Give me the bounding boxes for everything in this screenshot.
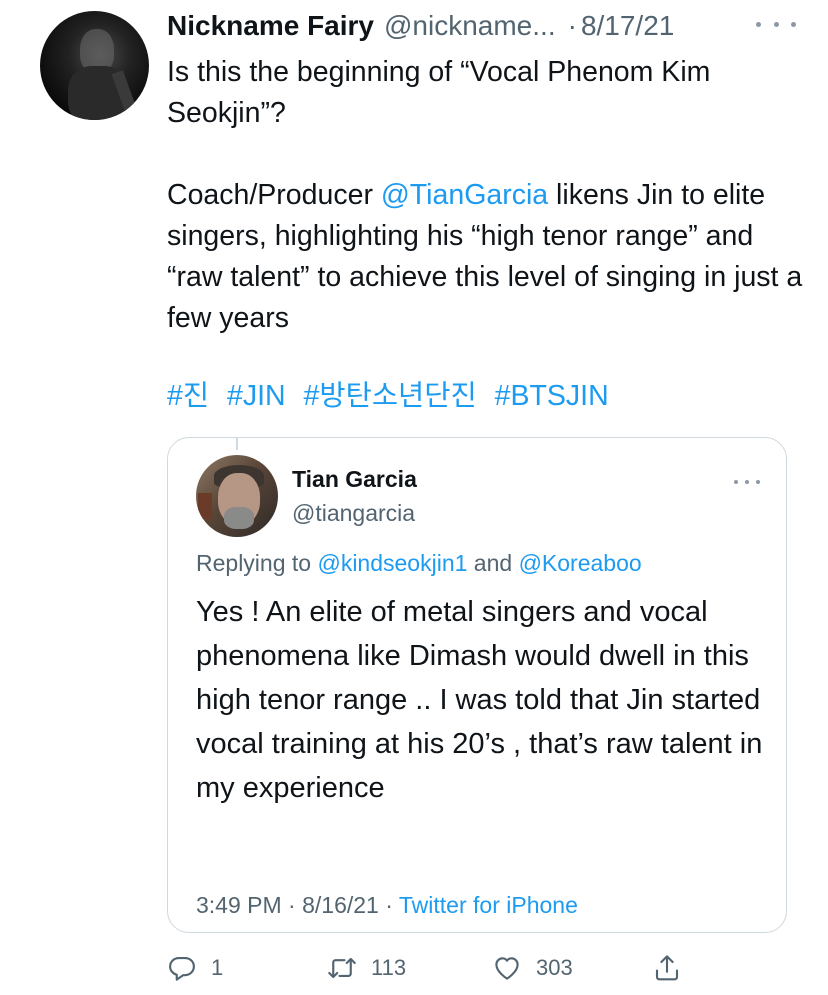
quoted-author-avatar[interactable]: [196, 455, 278, 537]
quote-source-link[interactable]: Twitter for iPhone: [399, 892, 578, 918]
tweet-actions: 1 113 303: [167, 953, 807, 989]
quote-more-options-icon[interactable]: [734, 480, 760, 488]
like-count: 303: [536, 955, 573, 980]
share-icon: [655, 955, 679, 981]
retweet-count: 113: [371, 955, 407, 980]
tweet-paragraph-2: Coach/Producer @TianGarcia likens Jin to…: [167, 175, 807, 339]
quoted-tweet-meta: 3:49 PM · 8/16/21 · Twitter for iPhone: [196, 892, 578, 919]
quote-time[interactable]: 3:49 PM: [196, 892, 282, 918]
author-name[interactable]: Nickname Fairy: [167, 10, 374, 42]
quote-date[interactable]: 8/16/21: [302, 892, 379, 918]
retweet-icon: [328, 957, 356, 979]
hashtag-link[interactable]: #BTSJIN: [495, 380, 609, 412]
tweet-line-1: Is this the beginning of “Vocal Phenom K…: [167, 56, 711, 129]
mention-link[interactable]: @kindseokjin1: [317, 550, 467, 576]
replying-and: and: [467, 550, 519, 576]
reply-count: 1: [211, 955, 224, 980]
quoted-tweet[interactable]: Tian Garcia @tiangarcia Replying to @kin…: [167, 437, 787, 933]
tweet-text-segment: Coach/Producer: [167, 179, 381, 211]
reply-icon: [169, 956, 195, 981]
author-avatar[interactable]: [40, 11, 149, 120]
more-options-icon[interactable]: [756, 14, 796, 34]
thread-line: [236, 437, 238, 450]
hashtag-link[interactable]: #JIN: [227, 380, 286, 412]
quoted-text-body: Yes ! An elite of metal singers and voca…: [196, 596, 763, 804]
tweet-text: Is this the beginning of “Vocal Phenom K…: [167, 52, 807, 339]
tweet-date[interactable]: 8/17/21: [581, 10, 674, 42]
hashtag-link[interactable]: #진: [167, 380, 209, 412]
quoted-author-handle[interactable]: @tiangarcia: [292, 500, 415, 527]
replying-to: Replying to @kindseokjin1 and @Koreaboo: [196, 550, 642, 577]
author-handle[interactable]: @nickname...: [384, 10, 556, 42]
quoted-tweet-text: Yes ! An elite of metal singers and voca…: [196, 590, 766, 810]
retweet-button[interactable]: 113: [327, 953, 406, 983]
reply-button[interactable]: 1: [167, 953, 223, 983]
header-separator: ·: [567, 10, 577, 41]
meta-separator: ·: [281, 892, 303, 918]
mention-link[interactable]: @Koreaboo: [519, 550, 642, 576]
mention-link[interactable]: @TianGarcia: [381, 179, 548, 211]
heart-icon: [495, 957, 519, 980]
share-button[interactable]: [652, 953, 682, 983]
replying-prefix: Replying to: [196, 550, 318, 576]
hashtag-list: #진 #JIN #방탄소년단진 #BTSJIN: [167, 376, 619, 417]
tweet-header: Nickname Fairy @nickname... · 8/17/21: [167, 8, 674, 44]
like-button[interactable]: 303: [492, 953, 573, 983]
hashtag-link[interactable]: #방탄소년단진: [304, 380, 477, 412]
meta-separator: ·: [378, 892, 399, 918]
quoted-author-name[interactable]: Tian Garcia: [292, 466, 417, 493]
